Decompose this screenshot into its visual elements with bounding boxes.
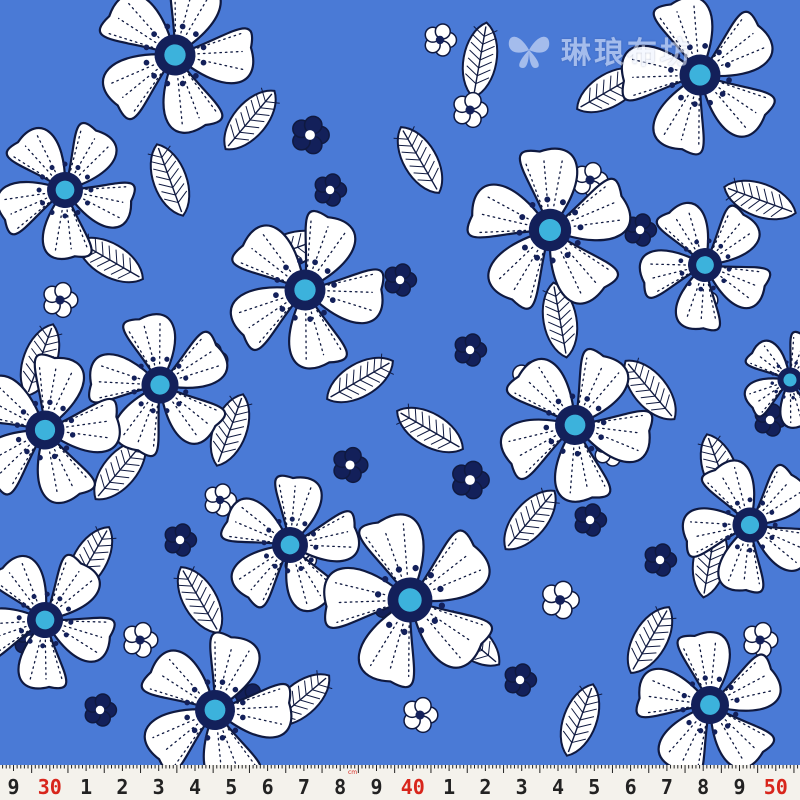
watermark: 琳琅布坊 [505, 24, 785, 76]
ruler-label: 2 [116, 775, 128, 799]
ruler-unit-label: cm [348, 769, 357, 776]
ruler-label: 7 [298, 775, 310, 799]
ruler-label: 9 [370, 775, 382, 799]
ruler-label: 9 [733, 775, 745, 799]
ruler-label: 50 [764, 775, 788, 799]
ruler-label: 3 [516, 775, 528, 799]
ruler-label: 1 [80, 775, 92, 799]
ruler-label: 5 [225, 775, 237, 799]
ruler-label: 6 [262, 775, 274, 799]
ruler-label: 4 [552, 775, 564, 799]
ruler-label: 5 [588, 775, 600, 799]
measuring-tape: 93012345678940123456789501 cm [0, 765, 800, 800]
butterfly-logo-icon [508, 36, 550, 68]
ruler-label: 8 [334, 775, 346, 799]
fabric-photo: 琳琅布坊 93012345678940123456789501 cm [0, 0, 800, 800]
ruler-label: 6 [625, 775, 637, 799]
ruler-label: 9 [7, 775, 19, 799]
watermark-text: 琳琅布坊 [561, 36, 693, 71]
ruler-label: 8 [697, 775, 709, 799]
ruler-label: 7 [661, 775, 673, 799]
ruler-label: 30 [38, 775, 62, 799]
ruler-label: 1 [443, 775, 455, 799]
ruler-label: 2 [479, 775, 491, 799]
ruler-label: 4 [189, 775, 201, 799]
floral-fabric-pattern [0, 0, 800, 765]
ruler-label: 40 [401, 775, 425, 799]
ruler-label: 3 [153, 775, 165, 799]
